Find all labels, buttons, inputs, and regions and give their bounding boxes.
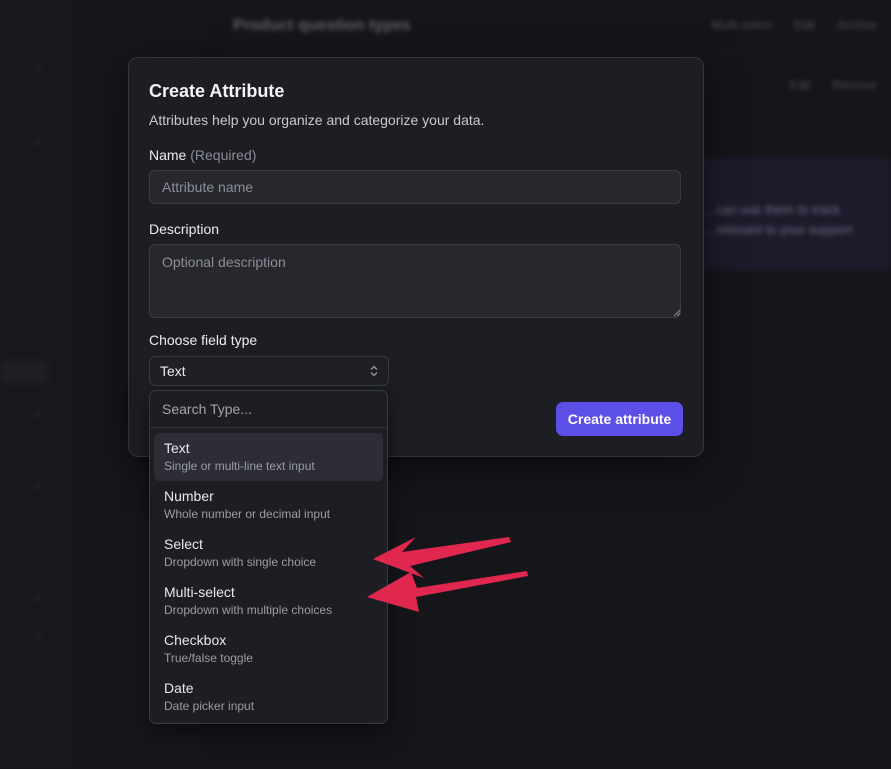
row-actions: Edit Remove [790,78,877,92]
option-label: Text [164,440,190,456]
info-line: ...relevant to your support [705,222,853,237]
type-options-list: Text Single or multi-line text input Num… [154,433,383,721]
chevron-icon: › [36,135,40,149]
option-description: Whole number or decimal input [164,507,331,521]
name-label-text: Name [149,147,187,163]
chevron-up-down-icon [370,365,378,377]
create-attribute-button[interactable]: Create attribute [556,402,683,436]
option-description: Single or multi-line text input [164,459,315,473]
info-line: ...can use them to track [705,202,841,217]
chevron-icon: › [36,592,40,606]
required-hint: (Required) [190,147,257,163]
row-action: Edit [789,78,811,92]
option-description: Date picker input [164,699,255,713]
type-option-text[interactable]: Text Single or multi-line text input [154,433,383,481]
name-label: Name (Required) [149,147,256,163]
header-action: Edit [794,18,815,32]
field-type-dropdown: Text Single or multi-line text input Num… [149,390,388,724]
type-search-input[interactable] [150,391,387,428]
app-sidebar [0,0,71,769]
description-textarea[interactable] [149,244,681,318]
option-description: True/false toggle [164,651,253,665]
page-title: Product question types [233,17,411,34]
type-option-multi-select[interactable]: Multi-select Dropdown with multiple choi… [154,577,383,625]
attribute-name-input[interactable] [149,170,681,204]
option-description: Dropdown with multiple choices [164,603,333,617]
dialog-subtitle: Attributes help you organize and categor… [149,112,485,128]
type-option-number[interactable]: Number Whole number or decimal input [154,481,383,529]
type-option-date[interactable]: Date Date picker input [154,673,383,721]
info-banner-text: ...can use them to track ...relevant to … [705,200,852,240]
field-type-select[interactable]: Text [149,356,389,386]
header-actions: Multi-select Edit Archive [712,18,877,32]
option-description: Dropdown with single choice [164,555,317,569]
sidebar-item-active [0,360,48,384]
header-action: Archive [836,18,877,32]
chevron-icon: › [36,408,40,422]
header-action: Multi-select [711,18,773,32]
option-label: Date [164,680,194,696]
chevron-icon: › [36,628,40,642]
field-type-label: Choose field type [149,332,258,348]
description-label: Description [149,221,220,237]
field-type-value: Text [160,363,186,379]
resize-handle-icon[interactable] [673,309,681,317]
chevron-icon: › [36,60,40,74]
chevron-icon: › [36,480,40,494]
type-option-select[interactable]: Select Dropdown with single choice [154,529,383,577]
dialog-title: Create Attribute [149,81,285,101]
option-label: Checkbox [164,632,227,648]
row-action: Remove [832,78,877,92]
type-option-checkbox[interactable]: Checkbox True/false toggle [154,625,383,673]
option-label: Multi-select [164,584,235,600]
option-label: Select [164,536,203,552]
option-label: Number [164,488,214,504]
